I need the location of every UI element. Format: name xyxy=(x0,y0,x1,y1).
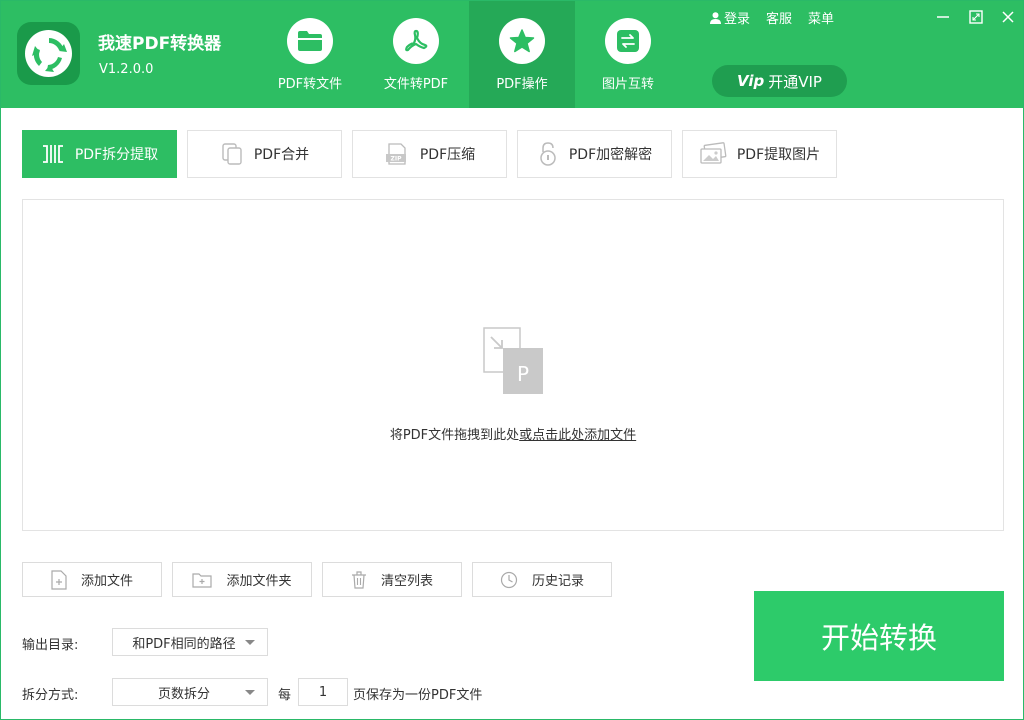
output-dir-value: 和PDF相同的路径 xyxy=(132,636,236,652)
history-button[interactable]: 历史记录 xyxy=(472,562,612,597)
file-drop-zone[interactable]: P 将PDF文件拖拽到此处或点击此处添加文件 xyxy=(22,199,1004,531)
nav-label: 图片互转 xyxy=(601,77,654,92)
output-dir-label: 输出目录: xyxy=(22,638,79,653)
tab-label: PDF压缩 xyxy=(419,147,476,163)
every-prefix: 每 xyxy=(278,688,292,703)
tab-pdf-compress[interactable]: ZIP PDF压缩 xyxy=(352,130,507,178)
trash-icon xyxy=(351,570,366,589)
tab-pdf-split[interactable]: PDF拆分提取 xyxy=(22,130,177,178)
nav-item-pdf-to-file[interactable]: PDF转文件 xyxy=(257,1,363,108)
add-folder-button[interactable]: 添加文件夹 xyxy=(172,562,312,597)
tab-label: PDF拆分提取 xyxy=(74,147,159,163)
add-file-icon xyxy=(51,569,67,590)
folder-icon xyxy=(298,31,322,51)
pages-per-file-input[interactable] xyxy=(298,678,348,706)
svg-text:P: P xyxy=(517,362,529,386)
user-icon xyxy=(710,11,721,24)
close-icon xyxy=(1002,11,1014,23)
every-suffix: 页保存为一份PDF文件 xyxy=(353,688,483,703)
service-link[interactable]: 客服 xyxy=(766,8,792,27)
login-link[interactable]: 登录 xyxy=(710,8,750,27)
drop-instructions: 将PDF文件拖拽到此处或点击此处添加文件 xyxy=(23,424,1003,443)
clear-list-label: 清空列表 xyxy=(380,574,433,589)
output-dir-select[interactable]: 和PDF相同的路径 xyxy=(112,628,268,656)
pdf-icon xyxy=(405,29,428,52)
chevron-down-icon xyxy=(245,640,255,645)
swap-icon xyxy=(617,30,639,52)
drop-hint: 将PDF文件拖拽到此处 xyxy=(389,428,520,443)
app-version: V1.2.0.0 xyxy=(99,62,154,77)
nav-label: PDF转文件 xyxy=(277,77,343,92)
maximize-button[interactable] xyxy=(966,7,986,27)
split-icon xyxy=(42,145,63,163)
minimize-icon xyxy=(937,16,949,18)
tab-pdf-extract-images[interactable]: PDF提取图片 xyxy=(682,130,837,178)
tab-pdf-merge[interactable]: PDF合并 xyxy=(187,130,342,178)
tab-label: PDF提取图片 xyxy=(736,147,821,163)
top-links: 登录 客服 菜单 xyxy=(710,8,850,27)
tab-label: PDF加密解密 xyxy=(568,147,653,163)
add-file-label: 添加文件 xyxy=(80,574,133,589)
nav-item-image-convert[interactable]: 图片互转 xyxy=(575,1,681,108)
lock-icon xyxy=(540,142,556,166)
split-mode-select[interactable]: 页数拆分 xyxy=(112,678,268,706)
start-convert-button[interactable]: 开始转换 xyxy=(754,591,1004,681)
split-mode-value: 页数拆分 xyxy=(157,686,210,702)
image-icon xyxy=(700,142,727,164)
recycle-icon xyxy=(31,37,67,72)
nav-label: 文件转PDF xyxy=(383,77,449,92)
maximize-icon xyxy=(969,10,983,24)
add-file-button[interactable]: 添加文件 xyxy=(22,562,162,597)
add-folder-label: 添加文件夹 xyxy=(226,574,292,589)
merge-icon xyxy=(222,143,242,165)
star-icon xyxy=(509,29,535,53)
nav-label: PDF操作 xyxy=(496,77,548,92)
minimize-button[interactable] xyxy=(933,7,953,27)
vip-label: 开通VIP xyxy=(768,72,822,91)
app-window: 我速PDF转换器 V1.2.0.0 PDF转文件 文件转PDF PDF操作 图片… xyxy=(0,0,1024,720)
vip-badge-icon: Vip xyxy=(737,72,765,90)
chevron-down-icon xyxy=(245,690,255,695)
tab-pdf-encrypt[interactable]: PDF加密解密 xyxy=(517,130,672,178)
pdf-drop-icon: P xyxy=(483,327,543,394)
svg-text:ZIP: ZIP xyxy=(390,156,402,163)
clear-list-button[interactable]: 清空列表 xyxy=(322,562,462,597)
close-button[interactable] xyxy=(998,7,1018,27)
clock-icon xyxy=(500,571,518,588)
app-title: 我速PDF转换器 xyxy=(98,34,222,54)
history-label: 历史记录 xyxy=(531,574,584,589)
header-bar: 我速PDF转换器 V1.2.0.0 PDF转文件 文件转PDF PDF操作 图片… xyxy=(1,1,1023,108)
main-nav: PDF转文件 文件转PDF PDF操作 图片互转 xyxy=(257,1,681,108)
split-mode-label: 拆分方式: xyxy=(22,688,79,703)
zip-icon: ZIP xyxy=(385,143,406,165)
app-logo xyxy=(17,22,80,85)
menu-link[interactable]: 菜单 xyxy=(808,8,834,27)
add-folder-icon xyxy=(192,572,213,588)
nav-item-file-to-pdf[interactable]: 文件转PDF xyxy=(363,1,469,108)
login-label: 登录 xyxy=(724,12,751,27)
add-file-link[interactable]: 或点击此处添加文件 xyxy=(519,428,636,443)
vip-button[interactable]: Vip 开通VIP xyxy=(712,65,847,97)
tab-label: PDF合并 xyxy=(253,147,310,163)
nav-item-pdf-operations[interactable]: PDF操作 xyxy=(469,1,575,108)
